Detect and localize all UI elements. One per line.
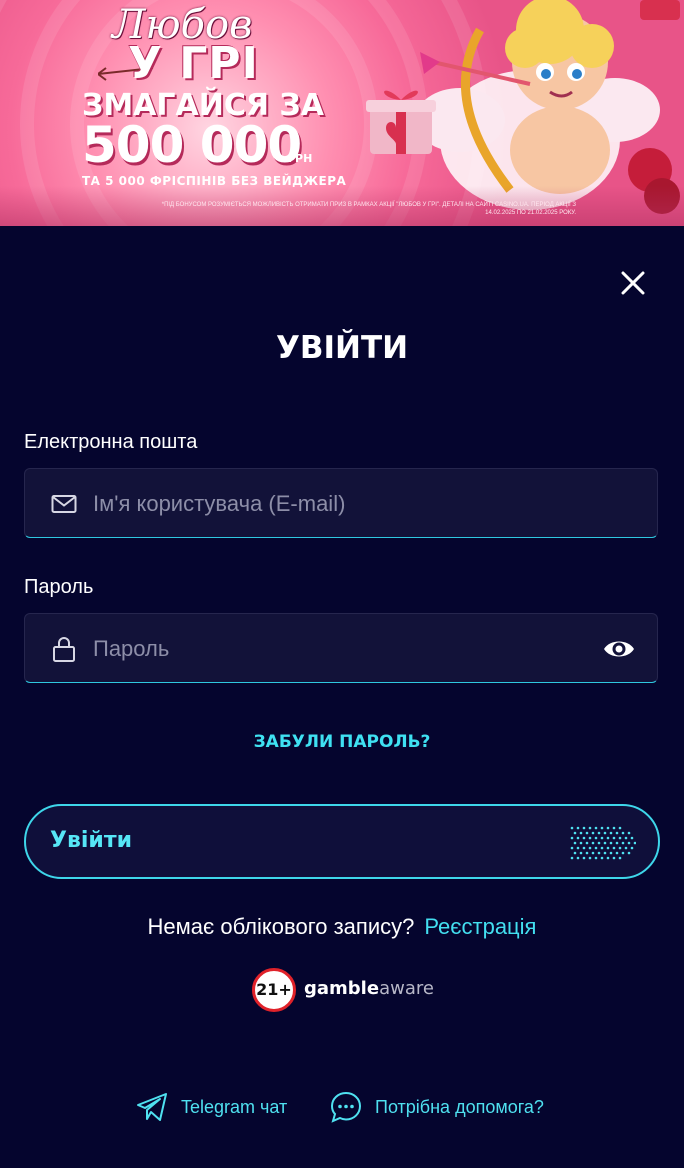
telegram-chat-link[interactable]: Telegram чат [135, 1090, 305, 1126]
promo-banner[interactable]: Любов У ГРІ ЗМАГАЙСЯ ЗА 500 000 ГРН ТА 5… [0, 0, 684, 226]
chat-bubble-icon [330, 1091, 362, 1123]
password-field-container [24, 613, 658, 684]
gambleaware-brand-bold: gamble [304, 978, 380, 999]
telegram-chat-label: Telegram чат [181, 1097, 288, 1117]
signup-row: Немає облікового запису? Реєстрація [0, 914, 684, 940]
envelope-icon [51, 495, 77, 513]
gambleaware-wordmark: gambleaware [304, 978, 434, 999]
gambleaware-brand-light: aware [379, 978, 434, 999]
password-label: Пароль [24, 576, 94, 598]
lock-icon [53, 637, 75, 662]
gambleaware-logo[interactable]: 21+ gambleaware [252, 966, 434, 1014]
register-link[interactable]: Реєстрація [424, 914, 536, 939]
banner-currency: ГРН [288, 152, 313, 165]
email-label: Електронна пошта [24, 431, 198, 453]
eye-icon[interactable] [603, 636, 635, 662]
help-link[interactable]: Потрібна допомога? [329, 1090, 559, 1126]
banner-title: У ГРІ [128, 38, 259, 89]
email-field-container [24, 468, 658, 539]
close-icon[interactable] [616, 266, 650, 300]
age-21-badge: 21+ [252, 968, 296, 1012]
login-button-label: Увійти [50, 828, 133, 853]
help-label: Потрібна допомога? [375, 1097, 544, 1117]
gift-box-illustration [366, 90, 436, 154]
banner-amount: 500 000 [82, 116, 302, 174]
forgot-password-link[interactable]: ЗАБУЛИ ПАРОЛЬ? [0, 732, 684, 752]
email-input[interactable] [91, 469, 595, 539]
no-account-text: Немає облікового запису? [147, 914, 415, 939]
banner-disclaimer: *ПІД БОНУСОМ РОЗУМІЄТЬСЯ МОЖЛИВІСТЬ ОТРИ… [161, 202, 576, 216]
password-input[interactable] [91, 614, 595, 684]
login-button[interactable]: Увійти [24, 804, 660, 879]
telegram-icon [137, 1093, 167, 1121]
dotted-arrow-icon [570, 826, 636, 860]
page-title: УВІЙТИ [275, 330, 409, 366]
